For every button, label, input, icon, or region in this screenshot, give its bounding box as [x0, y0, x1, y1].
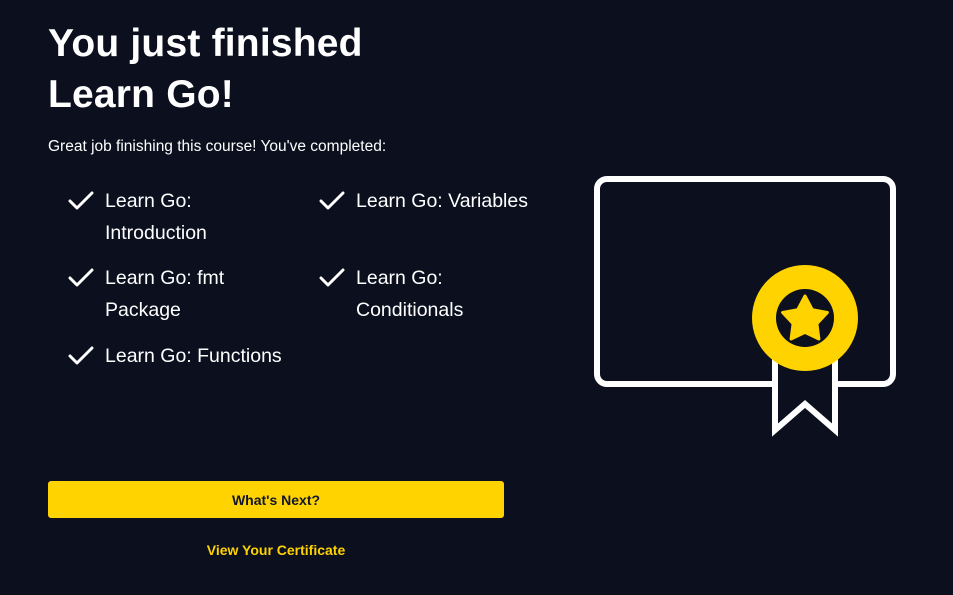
list-item: Learn Go: Functions: [68, 341, 308, 373]
lesson-label: Learn Go: Conditionals: [356, 267, 464, 321]
checkmark-icon: [68, 268, 94, 287]
checkmark-icon: [68, 346, 94, 365]
lesson-label: Learn Go: Variables: [356, 190, 528, 212]
lesson-label: Learn Go: Functions: [105, 345, 282, 367]
list-item: Learn Go: Introduction: [68, 186, 238, 249]
page-title: You just finished Learn Go!: [48, 18, 363, 120]
checkmark-icon: [68, 191, 94, 210]
lesson-label: Learn Go: Introduction: [105, 190, 207, 244]
list-item: Learn Go: fmt Package: [68, 263, 238, 326]
lesson-label: Learn Go: fmt Package: [105, 267, 225, 321]
certificate-ribbon-icon: [594, 176, 896, 437]
list-item: Learn Go: Variables: [319, 186, 549, 218]
title-line-2: Learn Go!: [48, 73, 234, 116]
checkmark-icon: [319, 191, 345, 210]
list-item: Learn Go: Conditionals: [319, 263, 489, 326]
title-line-1: You just finished: [48, 22, 363, 65]
view-certificate-link[interactable]: View Your Certificate: [48, 540, 504, 560]
checkmark-icon: [319, 268, 345, 287]
completion-subtitle: Great job finishing this course! You've …: [48, 138, 387, 155]
whats-next-button[interactable]: What's Next?: [48, 481, 504, 518]
